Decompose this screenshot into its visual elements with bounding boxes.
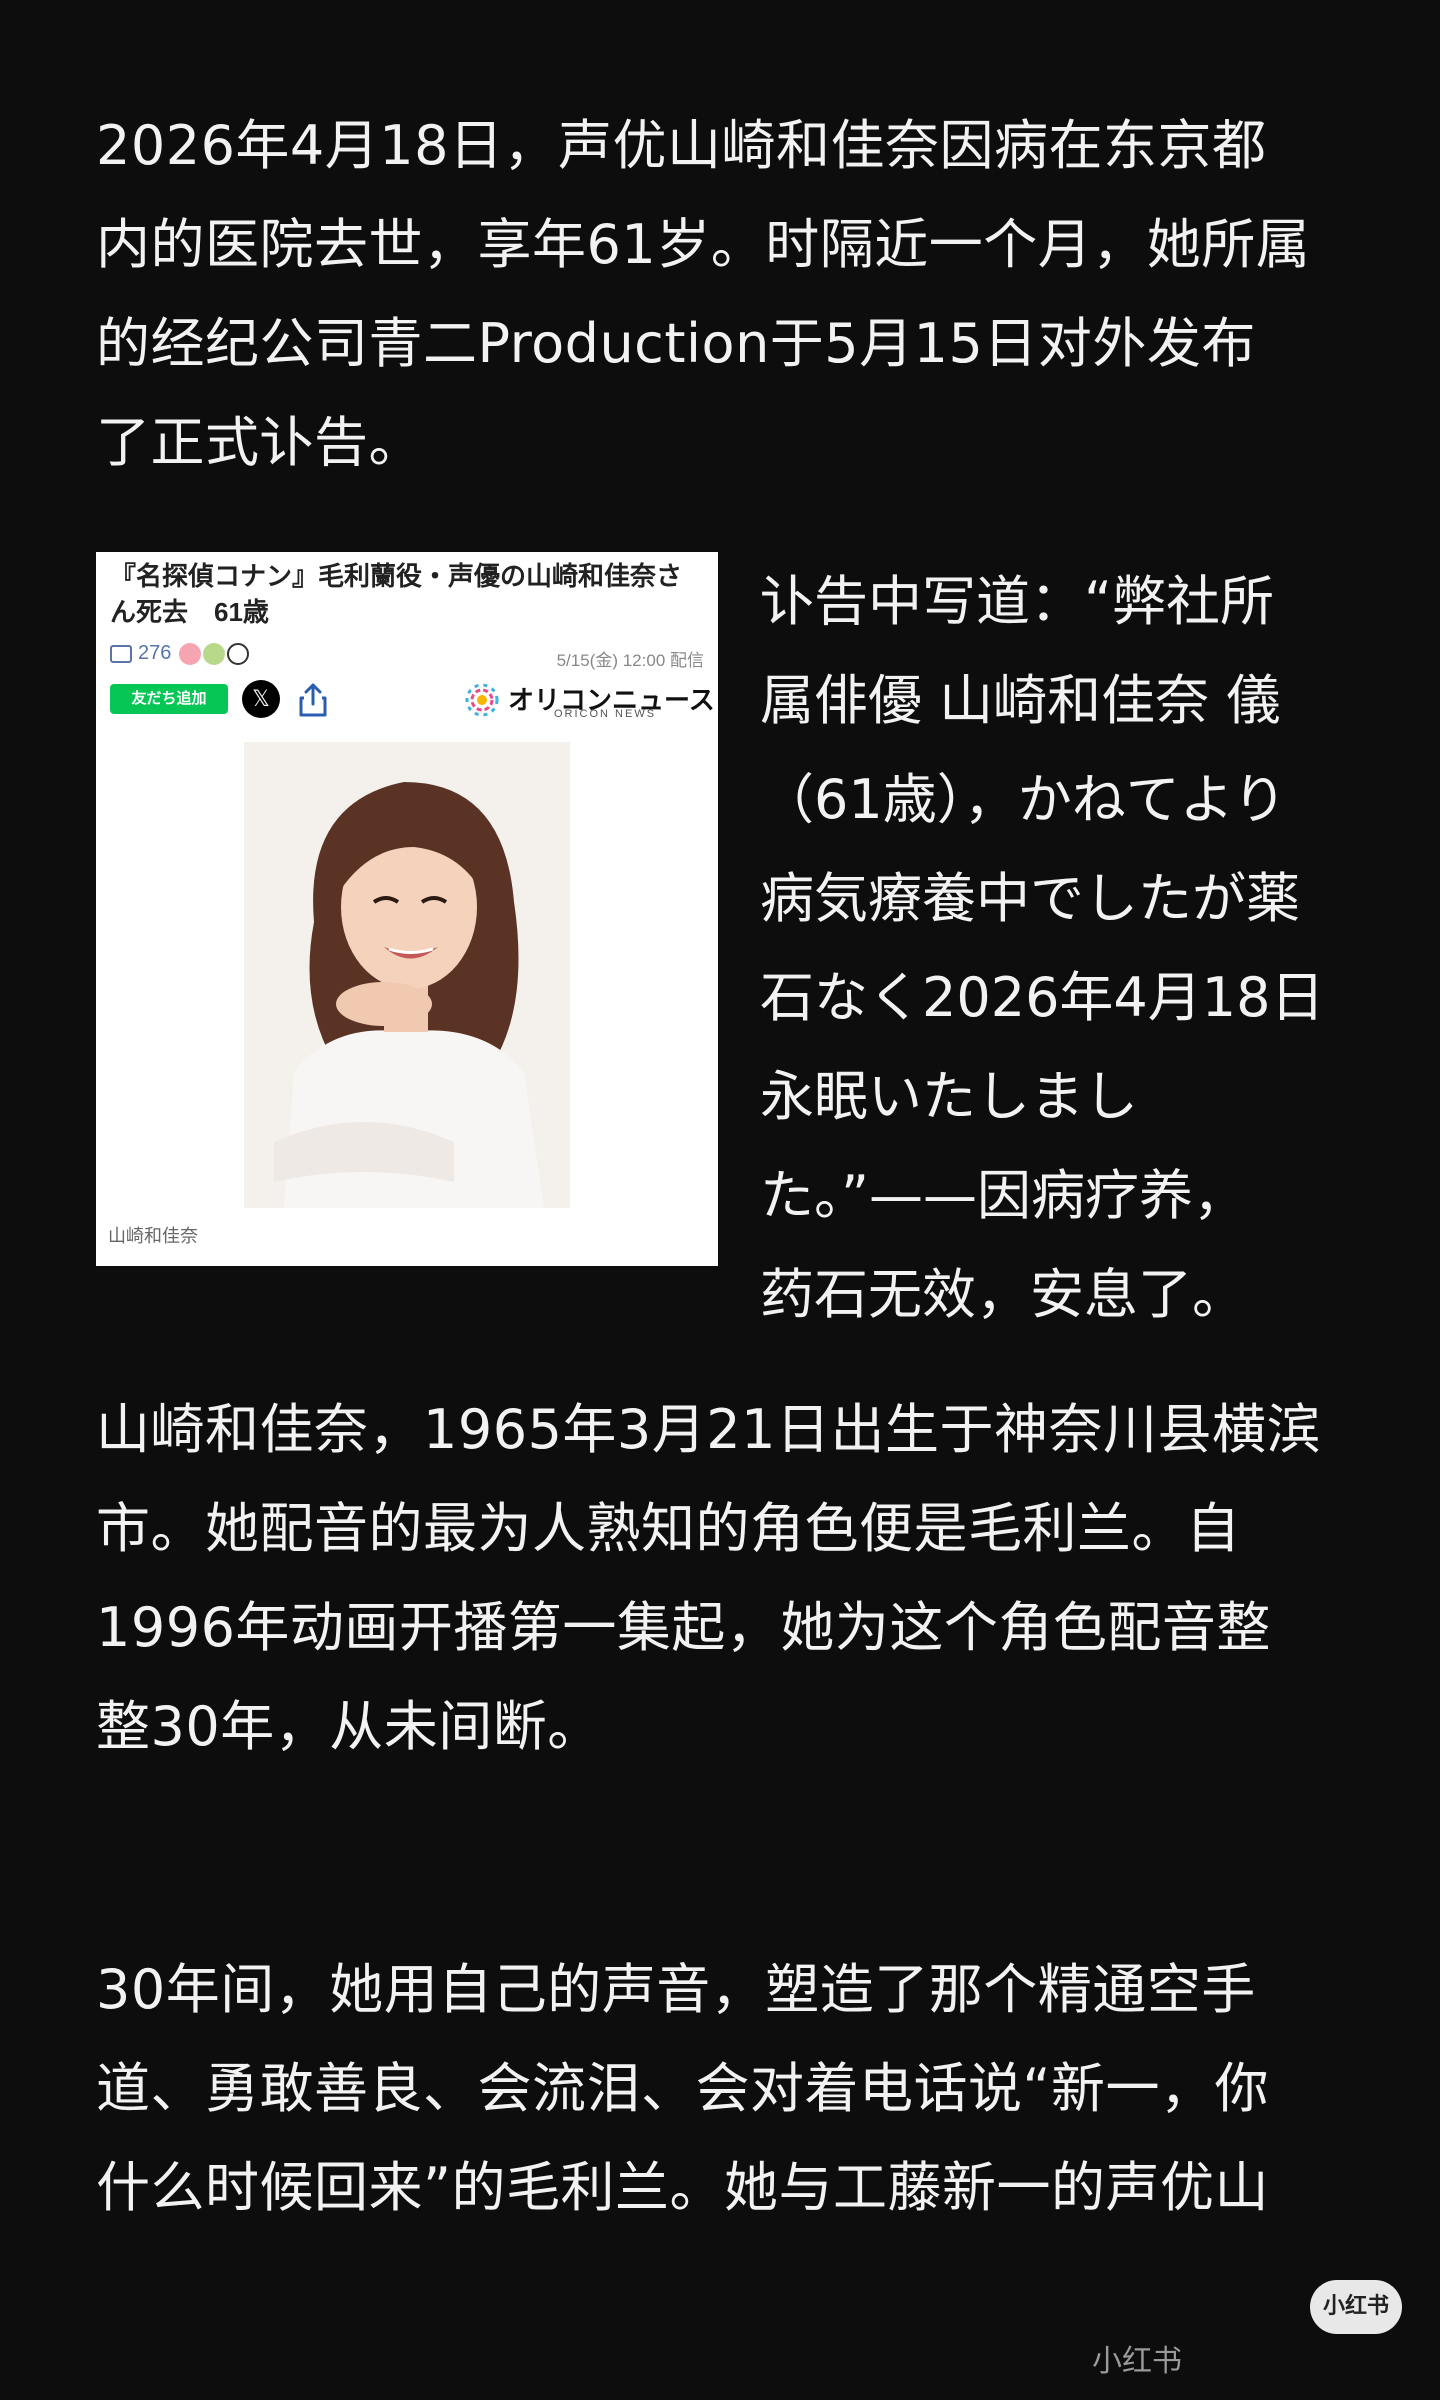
xiaohongshu-watermark: 小红书 [1092, 2344, 1182, 2379]
oricon-news-logo: オリコンニュース ORICON NEWS [464, 680, 715, 720]
line-add-friend-button: 友だち追加 [110, 684, 228, 714]
comment-icon [110, 644, 132, 663]
portrait-illustration [244, 742, 570, 1208]
oricon-logo-icon [465, 683, 499, 717]
article-paragraph-intro: 2026年4月18日，声优山崎和佳奈因病在东京都 内的医院去世，享年61岁。时隔… [96, 114, 1311, 474]
article-paragraph-bio: 山崎和佳奈，1965年3月21日出生于神奈川县横滨 市。她配音的最为人熟知的角色… [96, 1398, 1321, 1758]
news-screenshot-card: 『名探偵コナン』毛利蘭役・声優の山崎和佳奈さん死去 61歳 276 5/15(金… [96, 552, 718, 1266]
photo-caption: 山崎和佳奈 [108, 1226, 198, 1246]
news-headline: 『名探偵コナン』毛利蘭役・声優の山崎和佳奈さん死去 61歳 [110, 561, 683, 627]
comment-count-value: 276 [138, 642, 172, 664]
reaction-laugh-icon [202, 642, 225, 665]
comment-count: 276 [110, 642, 249, 665]
article-quote-text: 讣告中写道：“弊社所 属俳優 山崎和佳奈 儀 （61歳），かねてより 病気療養中… [760, 570, 1325, 1326]
oricon-brand-sub: ORICON NEWS [554, 708, 657, 720]
reaction-smile-icon [178, 642, 201, 665]
reaction-ball-icon [226, 642, 249, 665]
xiaohongshu-logo-badge: 小红书 [1310, 2280, 1402, 2334]
x-share-icon: 𝕏 [242, 680, 280, 718]
publish-date: 5/15(金) 12:00 配信 [556, 651, 704, 670]
portrait-photo [244, 742, 570, 1208]
share-icon [299, 683, 327, 717]
share-actions: 友だち追加 𝕏 オリコンニュース ORICON NEWS [110, 680, 715, 720]
article-paragraph-legacy: 30年间，她用自己的声音，塑造了那个精通空手 道、勇敢善良、会流泪、会对着电话说… [96, 1958, 1269, 2219]
news-meta-row: 276 5/15(金) 12:00 配信 [110, 642, 704, 672]
